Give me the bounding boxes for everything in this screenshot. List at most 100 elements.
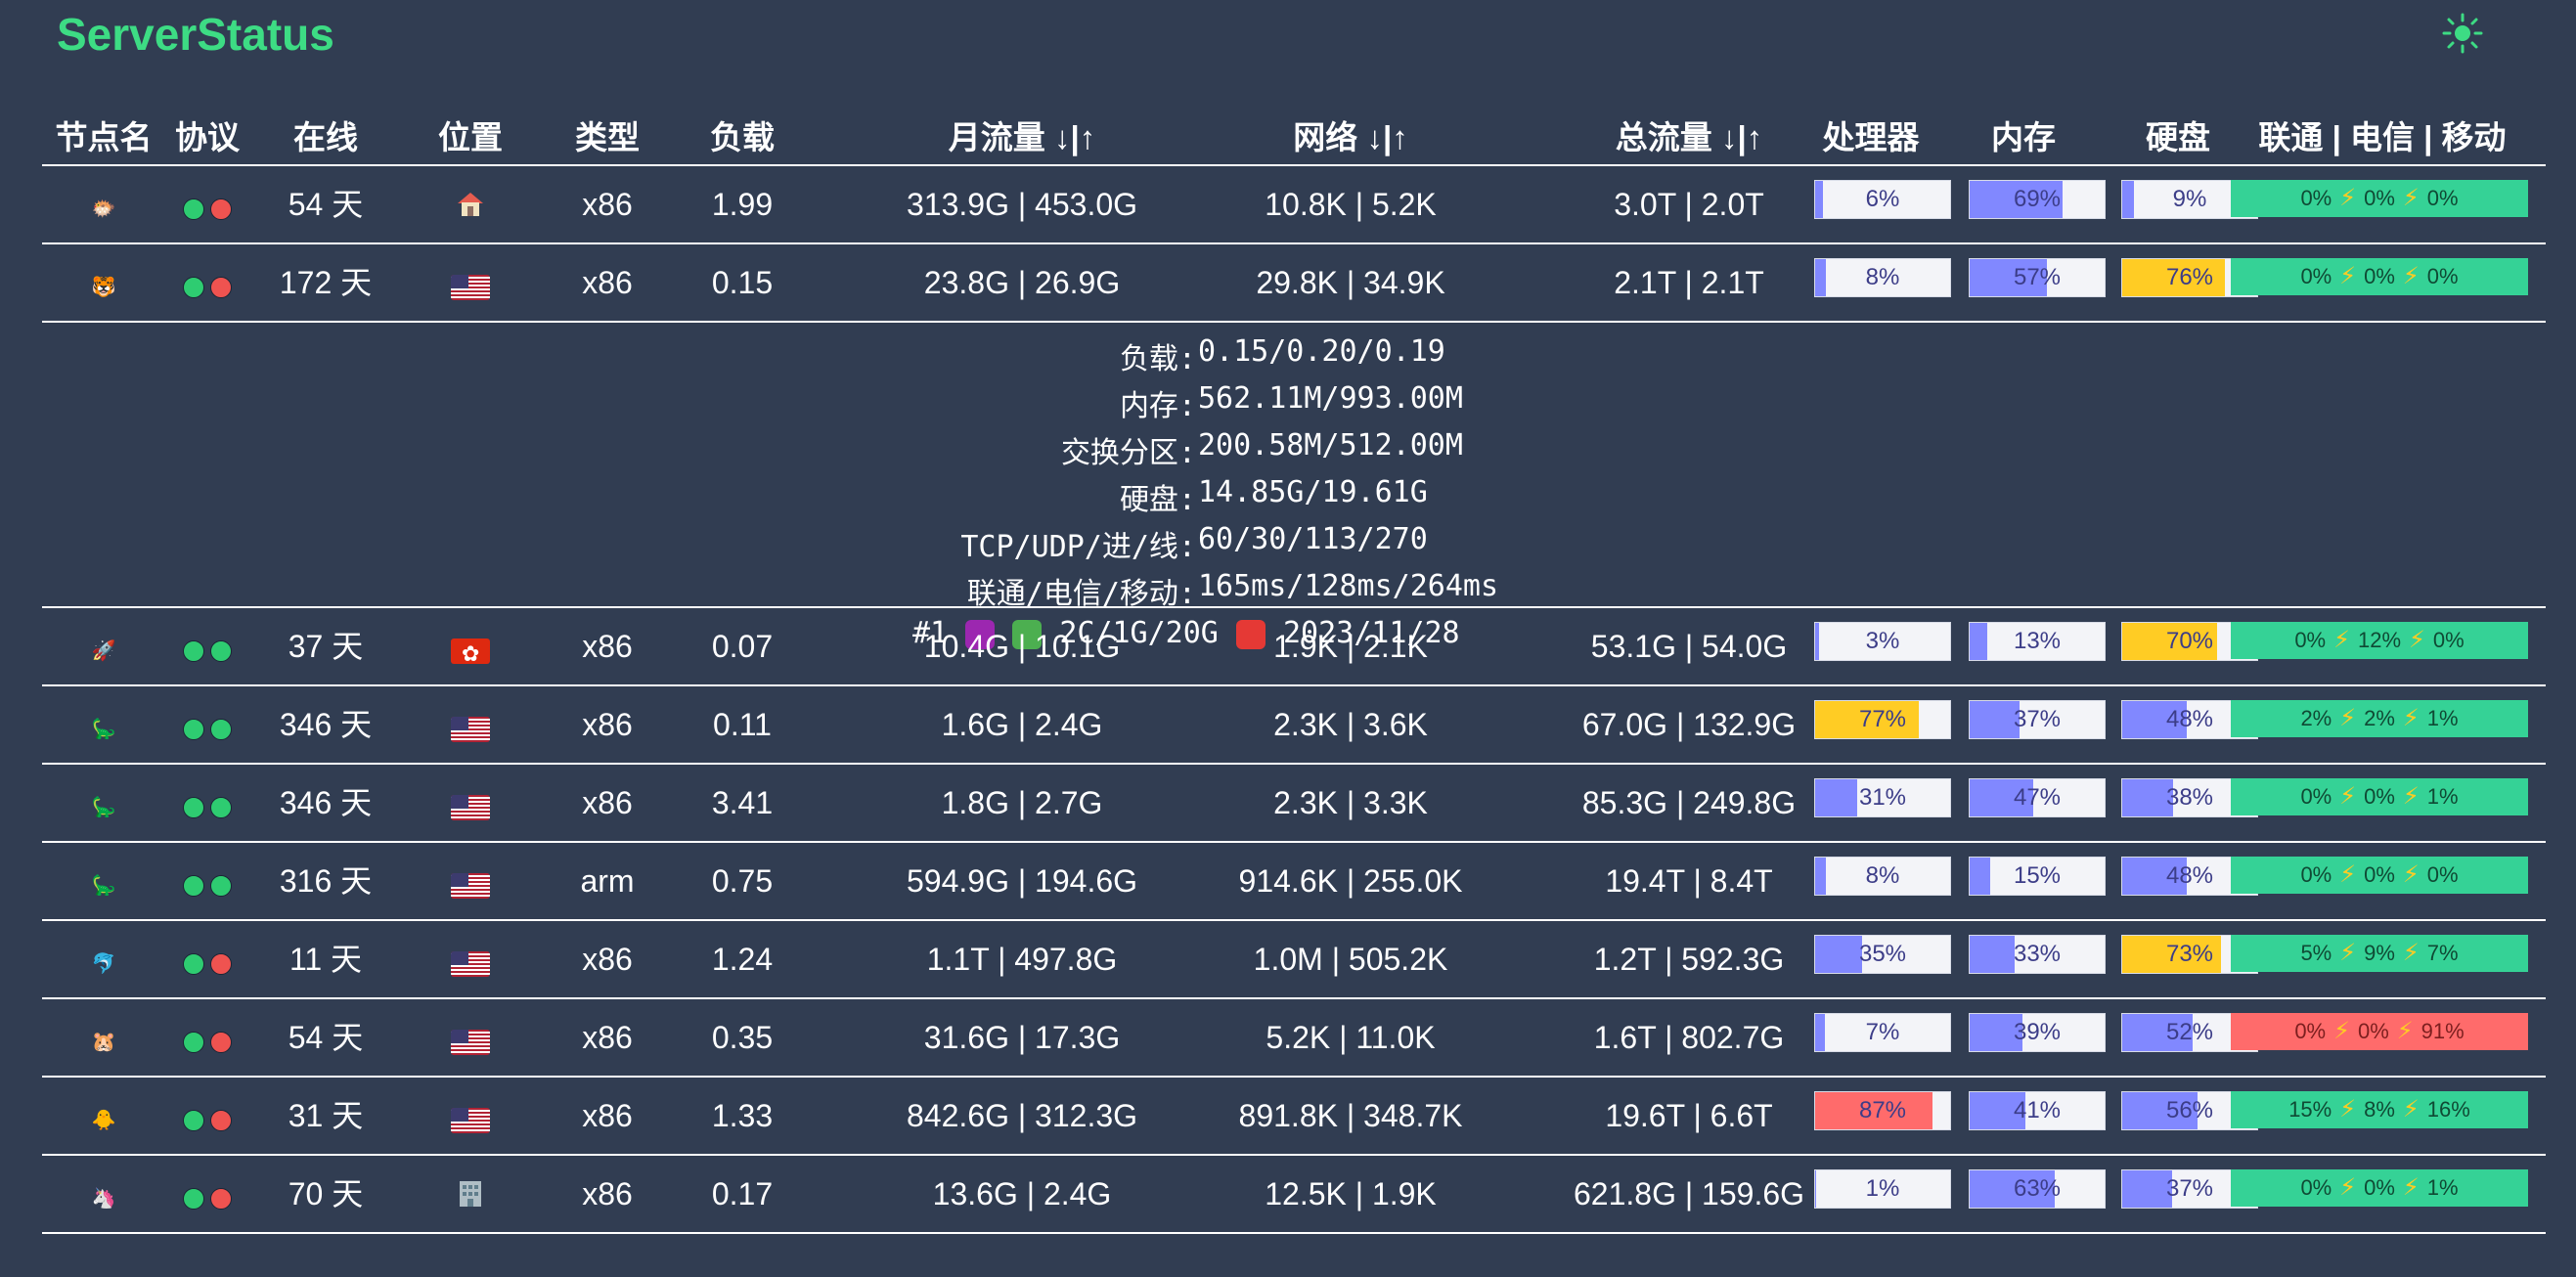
table-row[interactable]: 🐡 54 天 x86 1.99 313.9G | 453.0G 10.8K | 5.2K 3… <box>42 166 2546 244</box>
mobile-loss: 91% <box>2421 1019 2465 1043</box>
server-table: 节点名 协议 在线 位置 类型 负载 月流量 ↓|↑ 网络 ↓|↑ 总流量 ↓|… <box>42 98 2546 1234</box>
col-header-online: 在线 <box>293 119 358 155</box>
lightning-icon: ⚡ <box>2333 627 2350 653</box>
location-cell <box>402 630 539 667</box>
load-cell: 0.07 <box>711 629 774 664</box>
type-cell: x86 <box>582 942 633 977</box>
telecom-loss: 0% <box>2364 264 2395 288</box>
cpu-bar: 6% <box>1814 180 1951 219</box>
detail-line: 内存: 562.11M/993.00M <box>42 381 1463 428</box>
load-cell: 0.35 <box>711 1020 774 1055</box>
unicom-loss: 15% <box>2288 1097 2332 1122</box>
mobile-loss: 1% <box>2426 706 2459 730</box>
cpu-bar: 3% <box>1814 622 1951 661</box>
hamster-icon: 🐹 <box>91 1031 116 1053</box>
col-header-ping: 联通 | 电信 | 移动 <box>2258 119 2507 155</box>
mem-percent-label: 57% <box>2013 264 2062 290</box>
unicom-loss: 2% <box>2300 706 2332 730</box>
ipv6-status-dot <box>210 198 232 220</box>
sun-icon[interactable] <box>2441 12 2484 55</box>
telecom-loss: 8% <box>2364 1097 2395 1122</box>
lightning-icon: ⚡ <box>2339 1096 2357 1123</box>
detail-line: 硬盘: 14.85G/19.61G <box>42 475 1428 522</box>
mem-percent-label: 63% <box>2013 1175 2062 1202</box>
detail-value: 14.85G/19.61G <box>1198 475 1428 509</box>
protocol-cell <box>165 786 249 823</box>
lightning-icon: ⚡ <box>2402 1096 2420 1123</box>
detail-value: 200.58M/512.00M <box>1198 428 1463 462</box>
cpu-percent-label: 1% <box>1865 1175 1900 1202</box>
table-row[interactable]: 🚀37 天x860.0710.4G | 10.1G1.9K | 2.1K53.1… <box>42 608 2546 686</box>
detail-key: 负载: <box>1119 342 1196 376</box>
dinosaur-icon: 🦕 <box>91 874 116 897</box>
load-cell: 0.75 <box>711 863 774 899</box>
mem-bar: 13% <box>1969 622 2106 661</box>
mem-percent-label: 41% <box>2013 1097 2062 1123</box>
ipv4-status-dot <box>183 639 204 662</box>
cpu-bar: 35% <box>1814 935 1951 974</box>
table-row[interactable]: 🐹 54 天 x86 0.35 31.6G | 17.3G 5.2K | 11.0K 1.6… <box>42 999 2546 1078</box>
protocol-cell <box>165 1099 249 1136</box>
table-row[interactable]: 🐬 11 天 x86 1.24 1.1T | 497.8G 1.0M | 505.2K 1.… <box>42 921 2546 999</box>
ipv4-status-dot <box>183 796 204 818</box>
lightning-icon: ⚡ <box>2409 627 2425 653</box>
location-cell <box>402 1177 539 1218</box>
ping-loss-bar: 2% ⚡ 2% ⚡ 1% <box>2231 700 2528 737</box>
mem-bar: 33% <box>1969 935 2106 974</box>
lightning-icon: ⚡ <box>2339 940 2357 966</box>
rocket-icon: 🚀 <box>91 639 116 662</box>
type-cell: x86 <box>582 265 633 300</box>
cpu-bar: 1% <box>1814 1169 1951 1209</box>
lightning-icon: ⚡ <box>2339 861 2357 888</box>
cpu-percent-label: 87% <box>1858 1097 1907 1123</box>
unicom-loss: 0% <box>2294 1019 2327 1043</box>
ipv4-status-dot <box>183 1031 204 1053</box>
detail-key: 交换分区: <box>1060 436 1196 470</box>
load-cell: 3.41 <box>711 785 774 820</box>
unicom-loss: 0% <box>2294 628 2327 652</box>
us-flag-icon <box>451 794 490 820</box>
ipv6-status-dot <box>210 874 232 897</box>
online-cell: 70 天 <box>288 1176 364 1211</box>
table-row[interactable]: 🐯 172 天 x86 0.15 23.8G | 26.9G 29.8K | 34.9K 2… <box>42 244 2546 323</box>
ping-loss-bar: 0% ⚡ 0% ⚡ 0% <box>2231 180 2528 217</box>
unicom-loss: 0% <box>2300 186 2332 210</box>
unicom-loss: 0% <box>2300 1175 2332 1200</box>
chick-icon: 🐥 <box>91 1109 116 1131</box>
node-name-cell: 🐬 <box>42 943 165 980</box>
type-cell: x86 <box>582 785 633 820</box>
pufferfish-icon: 🐡 <box>91 198 116 220</box>
online-cell: 346 天 <box>279 785 373 820</box>
ping-loss-bar: 15% ⚡ 8% ⚡ 16% <box>2231 1091 2528 1128</box>
ping-loss-bar: 0% ⚡ 0% ⚡ 0% <box>2231 258 2528 295</box>
table-row[interactable]: 🐥 31 天 x86 1.33 842.6G | 312.3G 891.8K | 348.… <box>42 1078 2546 1156</box>
mem-bar: 37% <box>1969 700 2106 739</box>
node-name-cell: 🦕 <box>42 864 165 902</box>
type-cell: x86 <box>582 1020 633 1055</box>
ping-loss-bar: 0% ⚡ 0% ⚡ 91% <box>2231 1013 2528 1050</box>
node-name-cell: 🐡 <box>42 188 165 225</box>
location-cell <box>402 864 539 902</box>
table-row[interactable]: 🦕 346 天 x86 0.11 1.6G | 2.4G 2.3K | 3.6K 67.0G… <box>42 686 2546 765</box>
brand-title[interactable]: ServerStatus <box>57 8 334 61</box>
table-row[interactable]: 🦕 316 天 arm 0.75 594.9G | 194.6G 914.6K | 255… <box>42 843 2546 921</box>
online-cell: 37 天 <box>288 629 364 664</box>
protocol-cell <box>165 266 249 303</box>
ipv4-status-dot <box>183 874 204 897</box>
us-flag-icon <box>451 950 490 977</box>
table-row[interactable]: 🦕 346 天 x86 3.41 1.8G | 2.7G 2.3K | 3.3K 85.3G… <box>42 765 2546 843</box>
hk-flag-icon <box>451 638 490 664</box>
mem-percent-label: 13% <box>2013 628 2062 654</box>
col-header-protocol: 协议 <box>175 119 240 155</box>
protocol-cell <box>165 943 249 980</box>
load-cell: 0.17 <box>711 1176 774 1211</box>
online-cell: 11 天 <box>289 942 363 977</box>
online-cell: 346 天 <box>279 707 373 742</box>
us-flag-icon <box>451 716 490 742</box>
col-header-name: 节点名 <box>55 119 153 155</box>
table-row[interactable]: 🦄 70 天 x86 0.17 13.6G | 2.4G 12.5K | 1.9K 621.… <box>42 1156 2546 1234</box>
col-header-load: 负载 <box>710 119 775 155</box>
mobile-loss: 0% <box>2426 264 2459 288</box>
cpu-bar: 8% <box>1814 258 1951 297</box>
type-cell: x86 <box>582 187 633 222</box>
